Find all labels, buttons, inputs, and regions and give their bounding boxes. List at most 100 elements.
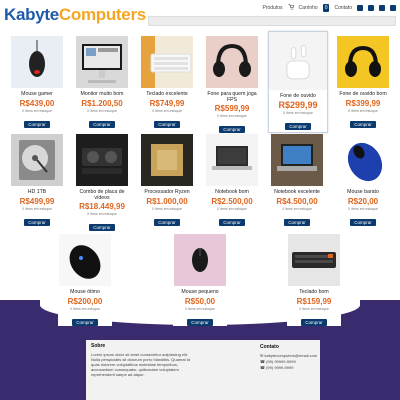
product-name: Mouse gamer [21,91,53,97]
top-nav: Produtos Carrinho 0 Contato [263,4,396,12]
product-name: Notebook excelente [274,189,320,195]
product-stock: X itens em estoque [152,207,182,211]
notebook-excellent-image[interactable] [271,134,323,186]
instagram-icon[interactable] [368,5,374,11]
product-stock: X itens em estoque [87,212,117,216]
product-price: R$18.449,99 [79,202,125,211]
product-card: Mouse gamer R$439,00 X itens em estoque … [10,36,64,128]
product-price: R$4.500,00 [276,197,318,206]
product-price: R$1.000,00 [146,197,188,206]
product-name: Mouse barato [347,189,379,195]
cart-count-badge: 0 [322,4,330,12]
hard-drive-image[interactable] [11,134,63,186]
github-icon[interactable] [379,5,385,11]
product-card: Notebook excelente R$4.500,00 X itens em… [270,134,324,226]
buy-button[interactable]: Comprar [284,219,310,226]
buy-button[interactable]: Comprar [219,126,245,133]
footer-phone2: ☎ (99) 9999-9999 [260,365,294,370]
graphics-card-image[interactable] [76,134,128,186]
product-stock: X itens em estoque [217,114,247,118]
product-price: R$200,00 [67,297,103,306]
good-keyboard-image[interactable] [288,234,340,286]
product-price: R$159,99 [296,297,332,306]
buy-button[interactable]: Comprar [187,319,213,326]
search-bar[interactable] [148,16,396,26]
great-mouse-image[interactable] [59,234,111,286]
product-stock: X itens em estoque [185,307,215,311]
footer-contact: Contato ✉ kabytecomputers@email.com ☎ (9… [260,344,320,371]
product-name: Mouse ótimo [70,289,100,295]
product-card: Teclado bom R$159,99 X itens em estoque … [287,234,341,326]
product-price: R$499,99 [19,197,55,206]
buy-button[interactable]: Comprar [154,219,180,226]
product-card: Fone para quem joga FPS R$599,99 X itens… [205,36,259,133]
product-stock: X itens em estoque [348,109,378,113]
product-name: Monitor muito bom [80,91,124,97]
headphones-image[interactable] [337,36,389,88]
processor-image[interactable] [141,134,193,186]
product-stock: X itens em estoque [22,207,52,211]
cart-icon[interactable] [288,4,294,12]
buy-button[interactable]: Comprar [301,319,327,326]
buy-button[interactable]: Comprar [350,121,376,128]
monitor-image[interactable] [76,36,128,88]
earbuds-image[interactable] [269,32,327,90]
site-logo[interactable]: KabyteComputers [4,6,146,24]
linkedin-icon[interactable] [390,5,396,11]
product-price: R$599,99 [214,104,250,113]
cheap-mouse-image[interactable] [337,134,389,186]
product-price: R$1.200,50 [81,99,123,108]
product-card: Teclado excelente R$749,99 X itens em es… [140,36,194,128]
nav-products-link[interactable]: Produtos [263,5,283,11]
product-card-featured: Fone de ouvido R$299,99 X itens em estoq… [268,31,328,133]
product-stock: X itens em estoque [152,109,182,113]
buy-button[interactable]: Comprar [89,121,115,128]
keyboard-image[interactable] [141,36,193,88]
fps-headset-image[interactable] [206,36,258,88]
product-price: R$439,00 [19,99,55,108]
site-footer: Sobre Lorem ipsum dolor sit amet consect… [86,340,320,400]
product-stock: X itens em estoque [299,307,329,311]
nav-cart-link[interactable]: Carrinho [299,5,318,11]
gaming-mouse-image[interactable] [11,36,63,88]
product-card: Mouse ótimo R$200,00 X itens em estoque … [58,234,112,326]
product-stock: X itens em estoque [87,109,117,113]
product-name: Processador Ryzen [144,189,190,195]
site-header: KabyteComputers Produtos Carrinho 0 Cont… [0,0,400,30]
product-stock: X itens em estoque [283,111,313,115]
nav-contact-link[interactable]: Contato [334,5,352,11]
product-card: Fone de ouvido bom R$399,99 X itens em e… [336,36,390,128]
notebook-image[interactable] [206,134,258,186]
buy-button[interactable]: Comprar [24,219,50,226]
facebook-icon[interactable] [357,5,363,11]
footer-email-text: kabytecomputers@email.com [264,353,318,358]
product-stock: X itens em estoque [217,207,247,211]
product-price: R$299,99 [278,100,318,110]
product-card: HD 1TB R$499,99 X itens em estoque Compr… [10,134,64,226]
buy-button[interactable]: Comprar [24,121,50,128]
buy-button[interactable]: Comprar [154,121,180,128]
buy-button[interactable]: Comprar [285,123,311,130]
product-card: Mouse pequeno R$50,00 X itens em estoque… [173,234,227,326]
product-price: R$749,99 [149,99,185,108]
product-name: Teclado excelente [146,91,188,97]
footer-phone1-text: (99) 99999-9999 [266,359,296,364]
product-name: Teclado bom [299,289,329,295]
product-stock: X itens em estoque [70,307,100,311]
logo-part1: Kabyte [4,5,59,24]
product-stock: X itens em estoque [22,109,52,113]
buy-button[interactable]: Comprar [219,219,245,226]
footer-about: Sobre Lorem ipsum dolor sit amet consect… [91,344,191,378]
product-name: HD 1TB [27,189,47,195]
buy-button[interactable]: Comprar [350,219,376,226]
small-mouse-image[interactable] [174,234,226,286]
product-stock: X itens em estoque [348,207,378,211]
product-card: Processador Ryzen R$1.000,00 X itens em … [140,134,194,226]
buy-button[interactable]: Comprar [89,224,115,231]
product-name: Fone para quem joga FPS [207,91,257,103]
product-price: R$50,00 [184,297,216,306]
buy-button[interactable]: Comprar [72,319,98,326]
product-name: Mouse pequeno [181,289,219,295]
product-card: Monitor muito bom R$1.200,50 X itens em … [75,36,129,128]
product-price: R$2.500,00 [211,197,253,206]
